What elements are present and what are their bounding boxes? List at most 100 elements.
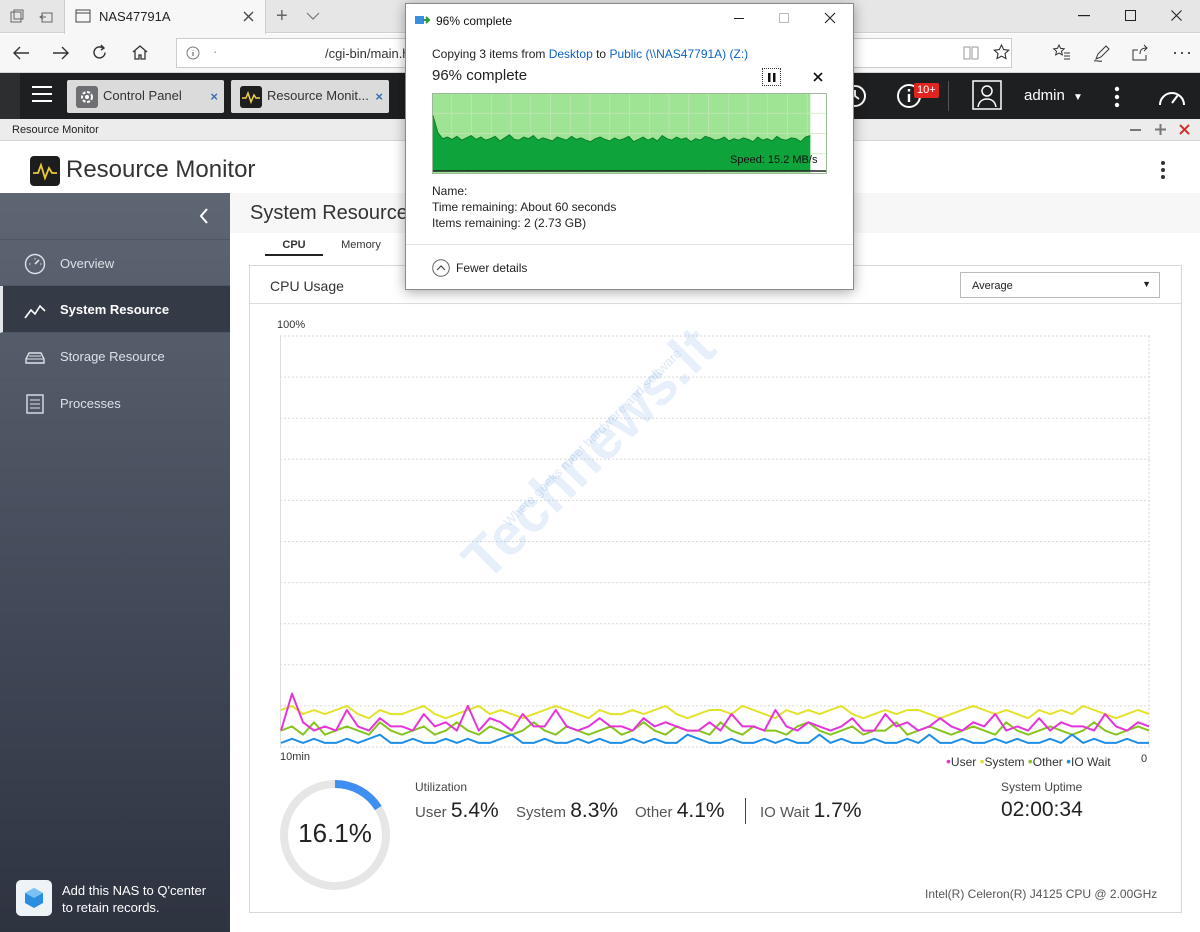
header-edge (0, 73, 20, 119)
favorites-icon[interactable] (1053, 44, 1071, 62)
dialog-minimize-icon[interactable] (734, 18, 744, 20)
tab-cpu[interactable]: CPU (265, 234, 323, 256)
browser-tab-title: NAS47791A (99, 9, 171, 24)
period-select-value: Average (972, 280, 1013, 292)
uptime-value: 02:00:34 (1001, 798, 1083, 821)
copy-icon (415, 16, 431, 24)
metric-value: 8.3% (570, 799, 619, 822)
sidebar-item-label: System Resource (60, 302, 170, 317)
sidebar-item-storage-resource[interactable]: Storage Resource (0, 333, 230, 380)
refresh-icon[interactable] (91, 44, 108, 61)
chart-legend: •User •System •Other •IO Wait (946, 753, 1111, 769)
x-axis-label: 10min (280, 751, 310, 763)
home-icon[interactable] (131, 44, 149, 61)
app-title: Resource Monitor (66, 156, 256, 183)
y-min-label: 0 (1141, 753, 1148, 765)
period-select[interactable]: Average ▼ (960, 272, 1160, 298)
metric-user: User 5.4% (415, 799, 499, 823)
pause-icon (767, 72, 775, 82)
user-menu[interactable]: admin ▼ (1024, 87, 1083, 104)
dialog-close-icon[interactable] (824, 12, 836, 24)
metric-system: System 8.3% (516, 799, 618, 823)
legend-io-wait: IO Wait (1071, 755, 1111, 769)
tab-memory[interactable]: Memory (333, 234, 389, 256)
cpu-usage-chart (280, 335, 1150, 748)
metric-value: 5.4% (450, 799, 499, 822)
destination-link[interactable]: Public (\\NAS47791A) (Z:) (609, 47, 748, 61)
forward-icon[interactable] (52, 45, 70, 61)
copy-progress-dialog: 96% complete Copying 3 items from Deskto… (405, 3, 854, 290)
qts-tab-resource-monitor[interactable]: Resource Monit... × (231, 80, 389, 113)
resource-monitor-logo-icon (30, 156, 60, 186)
browser-tab[interactable]: NAS47791A (64, 0, 266, 34)
metric-label: User (415, 804, 447, 821)
progress-headline: 96% complete (432, 67, 528, 84)
tab-preview-chevron-icon[interactable] (306, 12, 320, 21)
name-row: Name: (432, 184, 467, 198)
metric-other: Other 4.1% (635, 799, 725, 823)
close-tab-icon[interactable]: × (375, 89, 383, 104)
metric-value: 1.7% (813, 799, 862, 822)
cpu-model: Intel(R) Celeron(R) J4125 CPU @ 2.00GHz (925, 887, 1158, 901)
series-line-other (280, 721, 1150, 736)
window-maximize-icon[interactable] (1155, 124, 1166, 135)
maximize-icon[interactable] (1125, 10, 1136, 21)
collapse-sidebar-icon[interactable] (199, 208, 209, 224)
legend-system: System (984, 755, 1025, 769)
speed-label: Speed: 15.2 MB/s (730, 154, 818, 166)
metric-label: Other (635, 804, 673, 821)
user-avatar-icon[interactable] (972, 80, 1002, 110)
qcenter-icon[interactable] (16, 880, 52, 916)
sidebar-item-system-resource[interactable]: System Resource (0, 286, 230, 333)
control-panel-icon (76, 86, 98, 108)
series-line-system (280, 704, 1150, 720)
copy-prefix: Copying 3 items from (432, 47, 546, 61)
dialog-divider (406, 244, 853, 245)
close-tab-icon[interactable]: × (210, 89, 218, 104)
hamburger-menu-icon[interactable] (32, 86, 52, 102)
series-line-user (280, 692, 1150, 732)
pause-button[interactable] (762, 68, 781, 86)
dialog-maximize-icon (779, 13, 789, 23)
sidebar: Overview System Resource Storage Resourc… (0, 193, 230, 932)
more-options-icon[interactable] (1114, 86, 1120, 108)
back-icon[interactable] (12, 45, 30, 61)
items-label: Items remaining: (432, 216, 521, 230)
items-value: 2 (2.73 GB) (524, 216, 587, 230)
minimize-icon[interactable] (1078, 15, 1090, 17)
new-tab-icon[interactable]: + (276, 5, 288, 28)
panel-title: CPU Usage (270, 278, 344, 294)
y-max-label: 100% (277, 319, 306, 331)
source-link[interactable]: Desktop (549, 47, 593, 61)
sidebar-item-label: Storage Resource (60, 349, 165, 364)
reading-view-icon[interactable] (963, 46, 979, 60)
qcenter-prompt[interactable]: Add this NAS to Q'center to retain recor… (62, 882, 272, 916)
more-menu-icon[interactable]: ··· (1172, 42, 1193, 63)
window-close-icon[interactable] (1179, 124, 1190, 135)
app-window-title: Resource Monitor (12, 124, 99, 136)
share-icon[interactable] (1131, 44, 1149, 62)
qts-tab-control-panel[interactable]: Control Panel × (67, 80, 224, 113)
info-icon[interactable] (186, 46, 200, 60)
chevron-down-icon: ▼ (1142, 279, 1151, 289)
chevron-up-icon (432, 259, 450, 277)
sidebar-item-processes[interactable]: Processes (0, 380, 230, 427)
dialog-title: 96% complete (436, 14, 513, 28)
metric-io-wait: IO Wait 1.7% (760, 799, 862, 823)
set-tabs-aside-icon[interactable] (36, 6, 58, 28)
sidebar-item-overview[interactable]: Overview (0, 239, 230, 286)
dashboard-gauge-icon[interactable] (1157, 83, 1187, 109)
metric-label: System (516, 804, 567, 821)
tab-manager-icon[interactable] (6, 6, 28, 28)
qts-tab-label: Resource Monit... (267, 88, 369, 103)
app-menu-icon[interactable] (1160, 160, 1166, 180)
star-icon[interactable] (993, 44, 1010, 61)
cancel-copy-icon[interactable] (813, 72, 823, 82)
storage-icon (25, 352, 45, 364)
page-title: System Resource (250, 202, 408, 224)
close-window-icon[interactable] (1171, 10, 1182, 21)
window-minimize-icon[interactable] (1130, 129, 1141, 131)
close-tab-icon[interactable] (243, 11, 254, 22)
time-value: About 60 seconds (520, 200, 617, 214)
pen-icon[interactable] (1093, 44, 1111, 62)
